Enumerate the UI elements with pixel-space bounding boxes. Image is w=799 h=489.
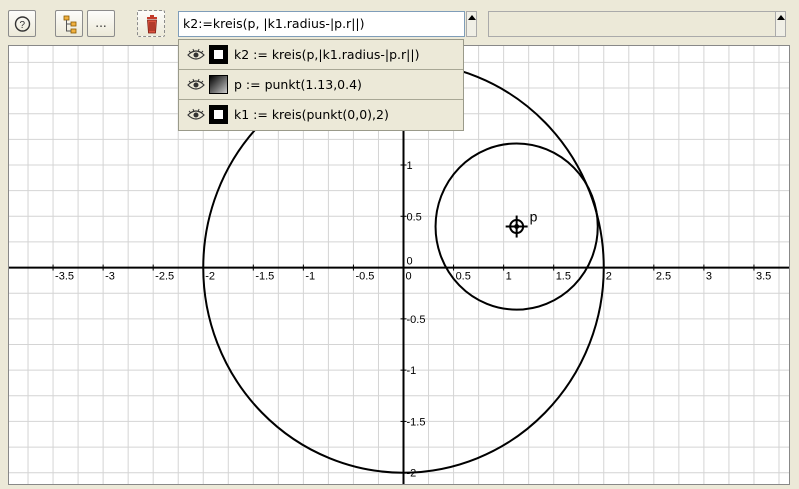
command-input[interactable]: k2:=kreis(p, |k1.radius-|p.r||) <box>178 11 465 37</box>
info-field <box>488 11 786 37</box>
x-tick-label: 1 <box>506 271 512 283</box>
arrow-up-icon <box>468 15 476 20</box>
y-tick-label: -1.5 <box>407 416 426 428</box>
more-options-button[interactable]: ... <box>87 10 115 37</box>
x-tick-label: -1 <box>305 271 315 283</box>
x-tick-label: -2.5 <box>155 271 174 283</box>
x-tick-label: 2.5 <box>656 271 671 283</box>
color-swatch[interactable] <box>209 75 228 94</box>
x-tick-label: -2 <box>205 271 215 283</box>
tree-hierarchy-icon <box>63 15 77 34</box>
x-tick-label: -3 <box>105 271 115 283</box>
y-tick-label: 1 <box>407 160 413 172</box>
origin-label: 0 <box>407 256 413 268</box>
delete-button[interactable] <box>137 10 165 37</box>
command-history-list: k2 := kreis(p,|k1.radius-|p.r||) p := pu… <box>178 39 464 131</box>
arrow-up-icon <box>777 15 785 20</box>
eye-icon[interactable] <box>187 48 205 62</box>
x-tick-label: -3.5 <box>55 271 74 283</box>
info-scroll-button[interactable] <box>775 11 786 37</box>
point-label: p <box>530 209 538 225</box>
x-tick-label: 2 <box>606 271 612 283</box>
svg-text:?: ? <box>20 20 26 31</box>
more-label: ... <box>95 16 107 30</box>
history-item-p[interactable]: p := punkt(1.13,0.4) <box>179 70 463 100</box>
tree-view-button[interactable] <box>55 10 83 37</box>
history-item-text: p := punkt(1.13,0.4) <box>234 77 362 92</box>
history-item-k2[interactable]: k2 := kreis(p,|k1.radius-|p.r||) <box>179 40 463 70</box>
eye-icon[interactable] <box>187 108 205 122</box>
y-tick-label: 0.5 <box>407 211 422 223</box>
x-tick-label: -0.5 <box>355 271 374 283</box>
trash-can-icon <box>147 15 157 34</box>
y-tick-label: -0.5 <box>407 314 426 326</box>
history-item-k1[interactable]: k1 := kreis(punkt(0,0),2) <box>179 100 463 130</box>
y-tick-label: -1 <box>407 365 417 377</box>
x-tick-label: 0 <box>406 271 412 283</box>
question-circle-icon: ? <box>14 16 31 32</box>
color-swatch[interactable] <box>209 105 228 124</box>
x-tick-label: 3 <box>706 271 712 283</box>
x-tick-label: 3.5 <box>756 271 771 283</box>
help-button[interactable]: ? <box>8 10 36 37</box>
y-tick-label: -2 <box>407 468 417 480</box>
color-swatch[interactable] <box>209 45 228 64</box>
history-item-text: k1 := kreis(punkt(0,0),2) <box>234 107 389 122</box>
x-tick-label: -1.5 <box>255 271 274 283</box>
x-tick-label: 0.5 <box>456 271 471 283</box>
history-item-text: k2 := kreis(p,|k1.radius-|p.r||) <box>234 47 420 62</box>
command-history-toggle[interactable] <box>466 11 477 37</box>
eye-icon[interactable] <box>187 78 205 92</box>
x-tick-label: 1.5 <box>556 271 571 283</box>
